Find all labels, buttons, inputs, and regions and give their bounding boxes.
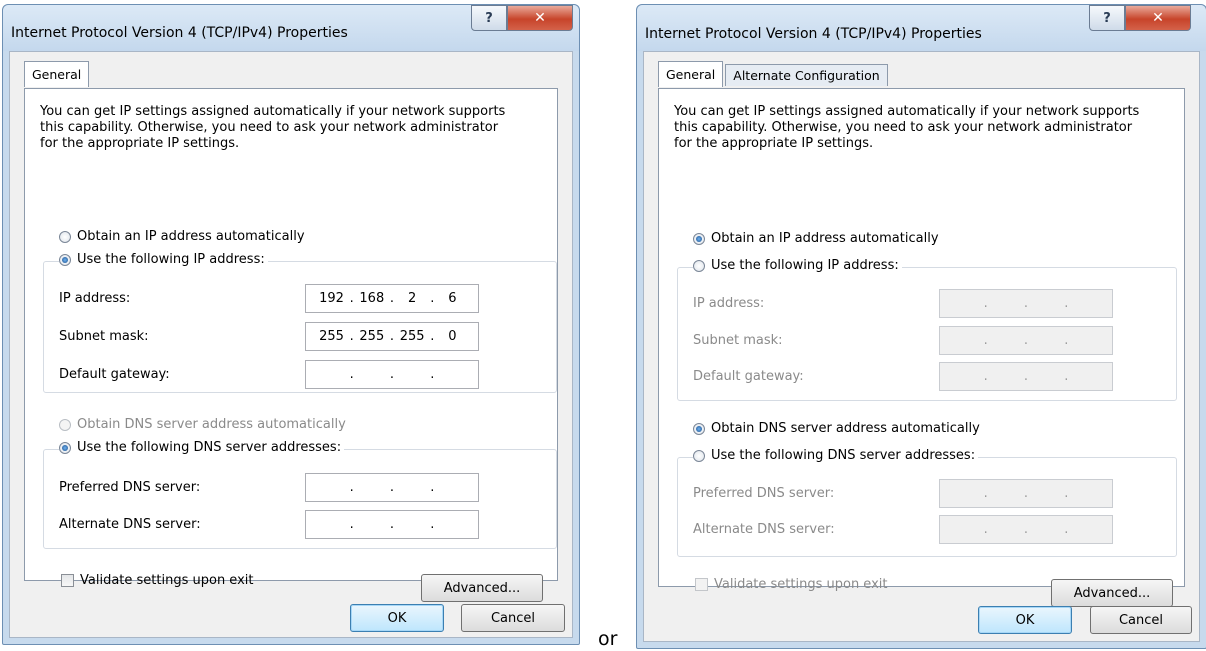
validate-settings-label: Validate settings upon exit [80, 573, 254, 588]
default-gateway-field[interactable]: . . . [305, 360, 479, 389]
default-gateway-label: Default gateway: [693, 369, 804, 384]
subnet-mask-field[interactable]: 255. 255. 255. 0 [305, 322, 479, 351]
subnet-mask-label: Subnet mask: [59, 329, 149, 344]
octet: 168 [359, 291, 385, 306]
radio-icon [693, 259, 705, 272]
default-gateway-field[interactable]: ... [939, 362, 1113, 391]
close-icon: ✕ [1152, 10, 1164, 26]
general-panel: You can get IP settings assigned automat… [24, 88, 560, 602]
alternate-dns-label: Alternate DNS server: [59, 517, 201, 532]
ip-address-label: IP address: [59, 291, 131, 306]
help-button[interactable]: ? [1089, 5, 1125, 31]
subnet-mask-field[interactable]: ... [939, 326, 1113, 355]
advanced-button[interactable]: Advanced... [421, 574, 543, 602]
tab-general[interactable]: General [658, 61, 724, 87]
dialog-body: General You can get IP settings assigned… [9, 51, 573, 638]
preferred-dns-label: Preferred DNS server: [693, 486, 835, 501]
octet: 255 [319, 329, 344, 344]
description-line: this capability. Otherwise, you need to … [674, 120, 1133, 135]
ok-button[interactable]: OK [978, 606, 1072, 634]
close-icon: ✕ [534, 10, 546, 26]
description-line: for the appropriate IP settings. [674, 136, 874, 151]
tab-alternate-configuration[interactable]: Alternate Configuration [725, 64, 888, 86]
dns-server-group [43, 449, 557, 549]
use-following-ip-label: Use the following IP address: [77, 252, 265, 267]
use-following-dns-label: Use the following DNS server addresses: [711, 448, 976, 463]
default-gateway-label: Default gateway: [59, 367, 170, 382]
cancel-button[interactable]: Cancel [1090, 606, 1192, 634]
tab-strip: General Alternate Configuration [658, 61, 890, 87]
ip-address-label: IP address: [693, 296, 765, 311]
obtain-ip-auto-radio[interactable]: Obtain an IP address automatically [59, 229, 308, 244]
validate-settings-checkbox[interactable]: Validate settings upon exit [695, 577, 887, 592]
ok-button[interactable]: OK [350, 604, 444, 632]
advanced-button[interactable]: Advanced... [1051, 579, 1173, 607]
use-following-dns-label: Use the following DNS server addresses: [77, 440, 342, 455]
general-panel: You can get IP settings assigned automat… [658, 88, 1185, 607]
octet: 255 [359, 329, 385, 344]
obtain-dns-auto-radio[interactable]: Obtain DNS server address automatically [59, 417, 349, 432]
radio-icon [59, 253, 71, 266]
use-following-dns-radio[interactable]: Use the following DNS server addresses: [693, 448, 979, 463]
ip-address-field[interactable]: 192. 168. 2. 6 [305, 284, 479, 313]
dialog-title: Internet Protocol Version 4 (TCP/IPv4) P… [645, 26, 982, 42]
dialog-body: General Alternate Configuration You can … [643, 51, 1200, 642]
subnet-mask-label: Subnet mask: [693, 333, 783, 348]
preferred-dns-label: Preferred DNS server: [59, 480, 201, 495]
or-separator-text: or [598, 628, 618, 650]
octet: 255 [399, 329, 425, 344]
ip-address-field[interactable]: ... [939, 289, 1113, 318]
octet: 6 [448, 291, 457, 306]
close-button[interactable]: ✕ [1125, 5, 1191, 31]
radio-icon [693, 422, 705, 435]
description-line: You can get IP settings assigned automat… [674, 104, 1140, 119]
title-bar[interactable]: Internet Protocol Version 4 (TCP/IPv4) P… [3, 5, 579, 51]
obtain-ip-auto-radio[interactable]: Obtain an IP address automatically [693, 231, 942, 246]
title-bar[interactable]: Internet Protocol Version 4 (TCP/IPv4) P… [637, 5, 1206, 51]
obtain-dns-auto-radio[interactable]: Obtain DNS server address automatically [693, 421, 983, 436]
obtain-ip-auto-label: Obtain an IP address automatically [77, 229, 305, 244]
description-line: You can get IP settings assigned automat… [40, 104, 506, 119]
radio-icon [59, 418, 71, 431]
obtain-dns-auto-label: Obtain DNS server address automatically [77, 417, 346, 432]
octet: 2 [407, 291, 417, 306]
radio-icon [693, 449, 705, 462]
validate-settings-checkbox[interactable]: Validate settings upon exit [61, 573, 253, 588]
alternate-dns-label: Alternate DNS server: [693, 522, 835, 537]
validate-settings-label: Validate settings upon exit [714, 577, 888, 592]
radio-icon [59, 230, 71, 243]
cancel-button[interactable]: Cancel [461, 604, 565, 632]
obtain-ip-auto-label: Obtain an IP address automatically [711, 231, 939, 246]
description-line: for the appropriate IP settings. [40, 136, 240, 151]
description-text: You can get IP settings assigned automat… [674, 104, 1194, 152]
help-icon: ? [1103, 10, 1111, 26]
use-following-ip-radio[interactable]: Use the following IP address: [59, 252, 268, 267]
obtain-dns-auto-label: Obtain DNS server address automatically [711, 421, 980, 436]
close-button[interactable]: ✕ [507, 5, 573, 31]
preferred-dns-field[interactable]: ... [939, 479, 1113, 508]
help-icon: ? [485, 10, 493, 26]
radio-icon [693, 232, 705, 245]
octet: 192 [319, 291, 344, 306]
checkbox-icon [61, 574, 74, 587]
use-following-ip-radio[interactable]: Use the following IP address: [693, 258, 902, 273]
alternate-dns-field[interactable]: . . . [305, 510, 479, 539]
tab-general[interactable]: General [24, 61, 90, 87]
octet: 0 [448, 329, 457, 344]
radio-icon [59, 441, 71, 454]
tcp-ipv4-properties-dialog-static: Internet Protocol Version 4 (TCP/IPv4) P… [2, 4, 580, 645]
description-line: this capability. Otherwise, you need to … [40, 120, 499, 135]
alternate-dns-field[interactable]: ... [939, 515, 1113, 544]
tab-strip: General [24, 61, 91, 87]
dialog-title: Internet Protocol Version 4 (TCP/IPv4) P… [11, 25, 348, 41]
help-button[interactable]: ? [471, 5, 507, 31]
description-text: You can get IP settings assigned automat… [40, 104, 560, 152]
use-following-dns-radio[interactable]: Use the following DNS server addresses: [59, 440, 345, 455]
use-following-ip-label: Use the following IP address: [711, 258, 899, 273]
tcp-ipv4-properties-dialog-dhcp: Internet Protocol Version 4 (TCP/IPv4) P… [636, 4, 1206, 649]
preferred-dns-field[interactable]: . . . [305, 473, 479, 502]
checkbox-icon [695, 578, 708, 591]
